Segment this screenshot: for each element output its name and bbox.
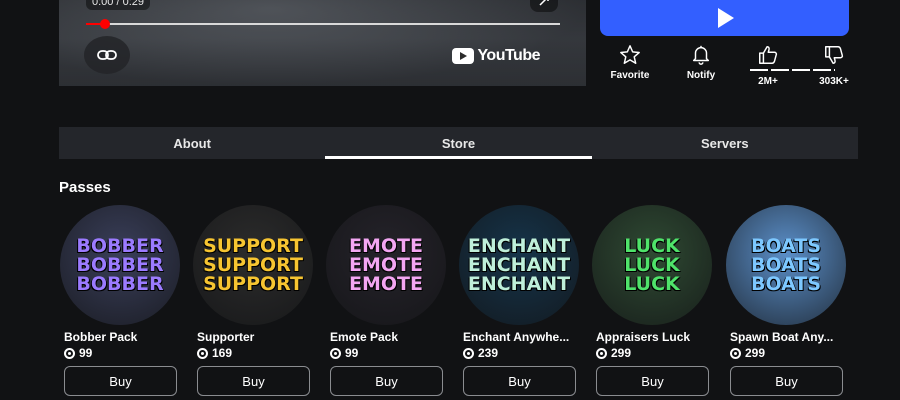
pass-name: Supporter	[197, 330, 255, 344]
pass-thumbnail[interactable]: EMOTE EMOTE EMOTE	[326, 205, 446, 325]
pass-thumbnail[interactable]: BOBBER BOBBER BOBBER	[60, 205, 180, 325]
robux-icon	[330, 347, 341, 359]
section-title-passes: Passes	[59, 179, 111, 196]
thumbs-down-icon	[825, 46, 844, 64]
pass-price-value: 169	[212, 346, 233, 360]
pass-art-text: BOBBER	[76, 272, 164, 295]
robux-icon	[463, 347, 474, 359]
youtube-icon	[452, 48, 475, 64]
pass-art-text: ENCHANT	[467, 253, 571, 276]
pass-art-text: LUCK	[624, 272, 680, 295]
pass-art-text: SUPPORT	[203, 253, 303, 276]
fullscreen-icon[interactable]	[530, 0, 558, 12]
pass-card[interactable]: SUPPORT SUPPORT SUPPORT Supporter 169 Buy	[193, 205, 315, 396]
buy-button[interactable]: Buy	[463, 366, 576, 396]
tab-bar: About Store Servers	[59, 127, 858, 159]
video-frame	[59, 0, 586, 86]
downvote-button[interactable]: 303K+	[804, 44, 864, 87]
pass-name: Spawn Boat Any...	[730, 330, 834, 344]
link-icon	[97, 50, 117, 60]
video-player[interactable]: 0:00 / 0:29 YouTube	[59, 0, 586, 86]
pass-card[interactable]: ENCHANT ENCHANT ENCHANT Enchant Anywhe... 23…	[459, 205, 581, 396]
star-icon	[620, 45, 640, 64]
pass-art-text: BOATS	[751, 234, 821, 257]
robux-icon	[197, 347, 208, 359]
notify-button[interactable]: Notify	[671, 44, 731, 81]
upvote-button[interactable]: 2M+	[738, 44, 798, 87]
buy-button[interactable]: Buy	[64, 366, 177, 396]
pass-price-value: 239	[478, 346, 499, 360]
favorite-label: Favorite	[610, 70, 650, 81]
pass-art-text: EMOTE	[349, 272, 423, 295]
pass-art-text: EMOTE	[349, 234, 423, 257]
buy-button[interactable]: Buy	[197, 366, 310, 396]
video-progress-bar[interactable]	[86, 19, 560, 29]
thumbs-up-icon	[759, 46, 778, 64]
pass-price-value: 99	[345, 346, 359, 360]
favorite-button[interactable]: Favorite	[600, 44, 660, 81]
downvote-count: 303K+	[819, 76, 849, 87]
video-progress-knob[interactable]	[99, 19, 110, 29]
pass-price-value: 99	[79, 346, 93, 360]
tab-servers[interactable]: Servers	[592, 127, 858, 159]
youtube-wordmark: YouTube	[477, 47, 540, 64]
bell-icon	[692, 45, 710, 65]
robux-icon	[64, 347, 75, 359]
pass-price: 99	[330, 346, 448, 360]
youtube-logo[interactable]: YouTube	[452, 47, 540, 65]
robux-icon	[596, 347, 607, 359]
pass-art-text: BOATS	[751, 253, 821, 276]
buy-button[interactable]: Buy	[330, 366, 443, 396]
game-actions: Favorite Notify 2M+ 303K+	[600, 44, 860, 88]
pass-art-text: BOBBER	[76, 253, 164, 276]
pass-name: Appraisers Luck	[596, 330, 691, 344]
pass-art-text: LUCK	[624, 234, 680, 257]
tab-store[interactable]: Store	[325, 127, 592, 159]
pass-thumbnail[interactable]: ENCHANT ENCHANT ENCHANT	[459, 205, 579, 325]
vote-ratio-bar	[750, 69, 835, 71]
pass-price: 169	[197, 346, 315, 360]
robux-icon	[730, 347, 741, 359]
buy-button[interactable]: Buy	[596, 366, 709, 396]
pass-card[interactable]: LUCK LUCK LUCK Appraisers Luck 299 Buy	[592, 205, 714, 396]
pass-art-text: EMOTE	[349, 253, 423, 276]
pass-price-value: 299	[611, 346, 632, 360]
copy-link-button[interactable]	[84, 36, 130, 74]
pass-price: 99	[64, 346, 182, 360]
pass-thumbnail[interactable]: LUCK LUCK LUCK	[592, 205, 712, 325]
pass-price-value: 299	[745, 346, 766, 360]
notify-label: Notify	[686, 70, 716, 81]
play-icon	[717, 8, 734, 28]
tab-about[interactable]: About	[59, 127, 325, 159]
pass-card[interactable]: BOBBER BOBBER BOBBER Bobber Pack 99 Buy	[60, 205, 182, 396]
pass-name: Bobber Pack	[64, 330, 138, 344]
pass-art-text: BOATS	[751, 272, 821, 295]
pass-price: 239	[463, 346, 581, 360]
pass-card[interactable]: EMOTE EMOTE EMOTE Emote Pack 99 Buy	[326, 205, 448, 396]
pass-name: Emote Pack	[330, 330, 399, 344]
pass-art-text: SUPPORT	[203, 272, 303, 295]
pass-price: 299	[730, 346, 848, 360]
pass-art-text: BOBBER	[76, 234, 164, 257]
upvote-count: 2M+	[758, 76, 778, 87]
buy-button[interactable]: Buy	[730, 366, 843, 396]
pass-art-text: SUPPORT	[203, 234, 303, 257]
pass-art-text: LUCK	[624, 253, 680, 276]
pass-art-text: ENCHANT	[467, 234, 571, 257]
pass-card[interactable]: BOATS BOATS BOATS Spawn Boat Any... 299 Buy	[726, 205, 848, 396]
play-button[interactable]	[600, 0, 849, 36]
pass-art-text: ENCHANT	[467, 272, 571, 295]
pass-thumbnail[interactable]: BOATS BOATS BOATS	[726, 205, 846, 325]
video-time: 0:00 / 0:29	[86, 0, 150, 10]
pass-price: 299	[596, 346, 714, 360]
pass-name: Enchant Anywhe...	[463, 330, 570, 344]
pass-thumbnail[interactable]: SUPPORT SUPPORT SUPPORT	[193, 205, 313, 325]
